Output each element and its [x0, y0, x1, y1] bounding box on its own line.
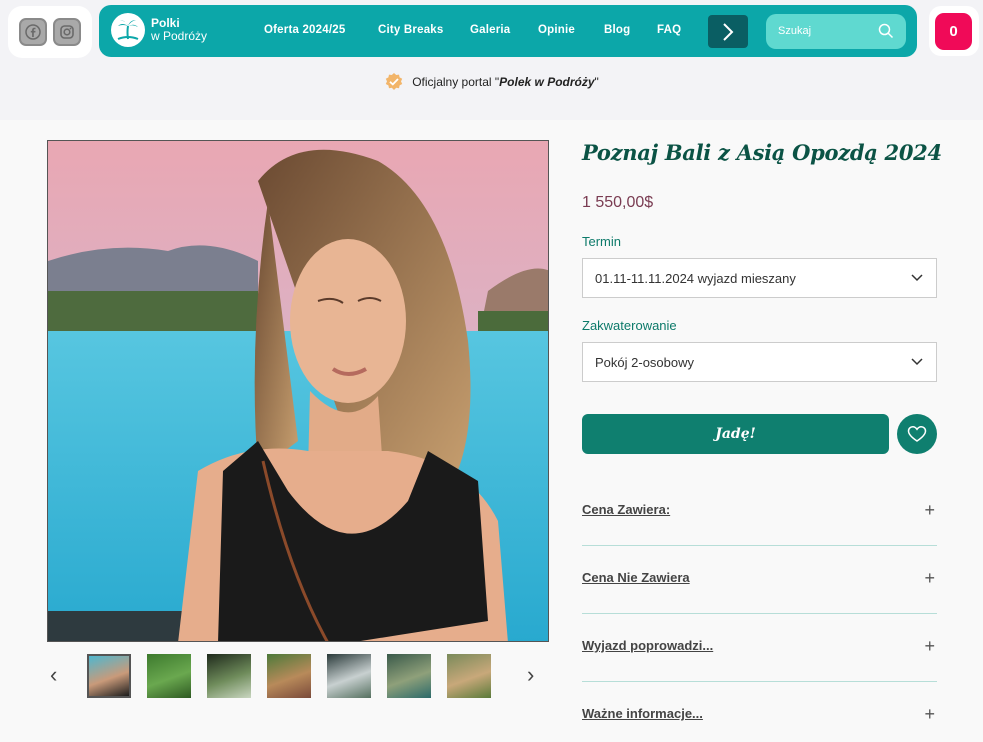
plus-icon: + [924, 636, 935, 656]
search-placeholder: Szukaj [778, 25, 812, 37]
divider [582, 545, 937, 546]
nav-item-galeria[interactable]: Galeria [470, 24, 510, 36]
cart-container: 0 [929, 6, 979, 56]
gallery-thumbnail[interactable] [147, 654, 191, 698]
accommodation-value: Pokój 2-osobowy [595, 355, 694, 370]
divider [582, 613, 937, 614]
gallery-thumbnail[interactable] [267, 654, 311, 698]
gallery-thumbnail[interactable] [207, 654, 251, 698]
accommodation-label: Zakwaterowanie [582, 318, 677, 333]
nav-item-blog[interactable]: Blog [604, 24, 630, 36]
go-button[interactable]: Jadę! [582, 414, 889, 454]
accordion-price-includes[interactable]: Cena Zawiera: + [582, 500, 937, 570]
site-logo[interactable]: Polki w Podróży [111, 13, 207, 47]
nav-item-oferta[interactable]: Oferta 2024/25 [264, 24, 345, 36]
accordion-price-excludes[interactable]: Cena Nie Zawiera + [582, 568, 937, 638]
term-label: Termin [582, 234, 622, 249]
official-portal-note: Oficjalny portal "Polek w Podróży" [0, 72, 983, 92]
plus-icon: + [924, 704, 935, 724]
plus-icon: + [924, 568, 935, 588]
plus-icon: + [924, 500, 935, 520]
official-brand: Polek w Podróży [499, 75, 595, 89]
divider [582, 681, 937, 682]
accordion-guide[interactable]: Wyjazd poprowadzi... + [582, 636, 937, 706]
nav-item-faq[interactable]: FAQ [657, 24, 681, 36]
palm-logo-icon [111, 13, 145, 47]
gallery-thumbnail[interactable] [447, 654, 491, 698]
accordion-title: Cena Nie Zawiera [582, 570, 690, 585]
term-select[interactable]: 01.11-11.11.2024 wyjazd mieszany [582, 258, 937, 298]
chevron-down-icon [911, 358, 923, 366]
accommodation-select[interactable]: Pokój 2-osobowy [582, 342, 937, 382]
accordion-title: Cena Zawiera: [582, 502, 671, 517]
accordion-title: Ważne informacje... [582, 706, 703, 721]
heart-icon [907, 426, 927, 442]
verified-badge-icon [386, 73, 403, 90]
facebook-icon[interactable] [19, 18, 47, 46]
logo-line2: w Podróży [151, 29, 208, 43]
gallery-thumbnail[interactable] [87, 654, 131, 698]
accordion-title: Wyjazd poprowadzi... [582, 638, 714, 653]
site-header: Polki w Podróży Oferta 2024/25 City Brea… [0, 0, 983, 120]
main-navbar: Polki w Podróży Oferta 2024/25 City Brea… [99, 5, 917, 57]
chevron-down-icon [911, 274, 923, 282]
product-main-image[interactable] [47, 140, 549, 642]
gallery-thumbnail[interactable] [327, 654, 371, 698]
wishlist-button[interactable] [897, 414, 937, 454]
cart-button[interactable]: 0 [935, 13, 972, 50]
search-icon[interactable] [878, 23, 894, 39]
nav-item-opinie[interactable]: Opinie [538, 24, 575, 36]
chevron-right-icon [723, 22, 734, 41]
gallery-prev-button[interactable]: ‹ [50, 662, 57, 688]
term-value: 01.11-11.11.2024 wyjazd mieszany [595, 271, 796, 286]
social-links [8, 6, 92, 58]
product-title: Poznaj Bali z Asią Opozdą 2024 [582, 140, 942, 165]
official-suffix: " [594, 75, 599, 89]
instagram-icon[interactable] [53, 18, 81, 46]
gallery-thumbnail[interactable] [387, 654, 431, 698]
accordion-important-info[interactable]: Ważne informacje... + [582, 704, 937, 736]
nav-item-city-breaks[interactable]: City Breaks [378, 24, 443, 36]
search-input[interactable]: Szukaj [766, 14, 906, 49]
nav-more-button[interactable] [708, 15, 748, 48]
official-prefix: Oficjalny portal " [412, 75, 500, 89]
gallery-next-button[interactable]: › [527, 662, 534, 688]
product-price: 1 550,00$ [582, 194, 654, 211]
